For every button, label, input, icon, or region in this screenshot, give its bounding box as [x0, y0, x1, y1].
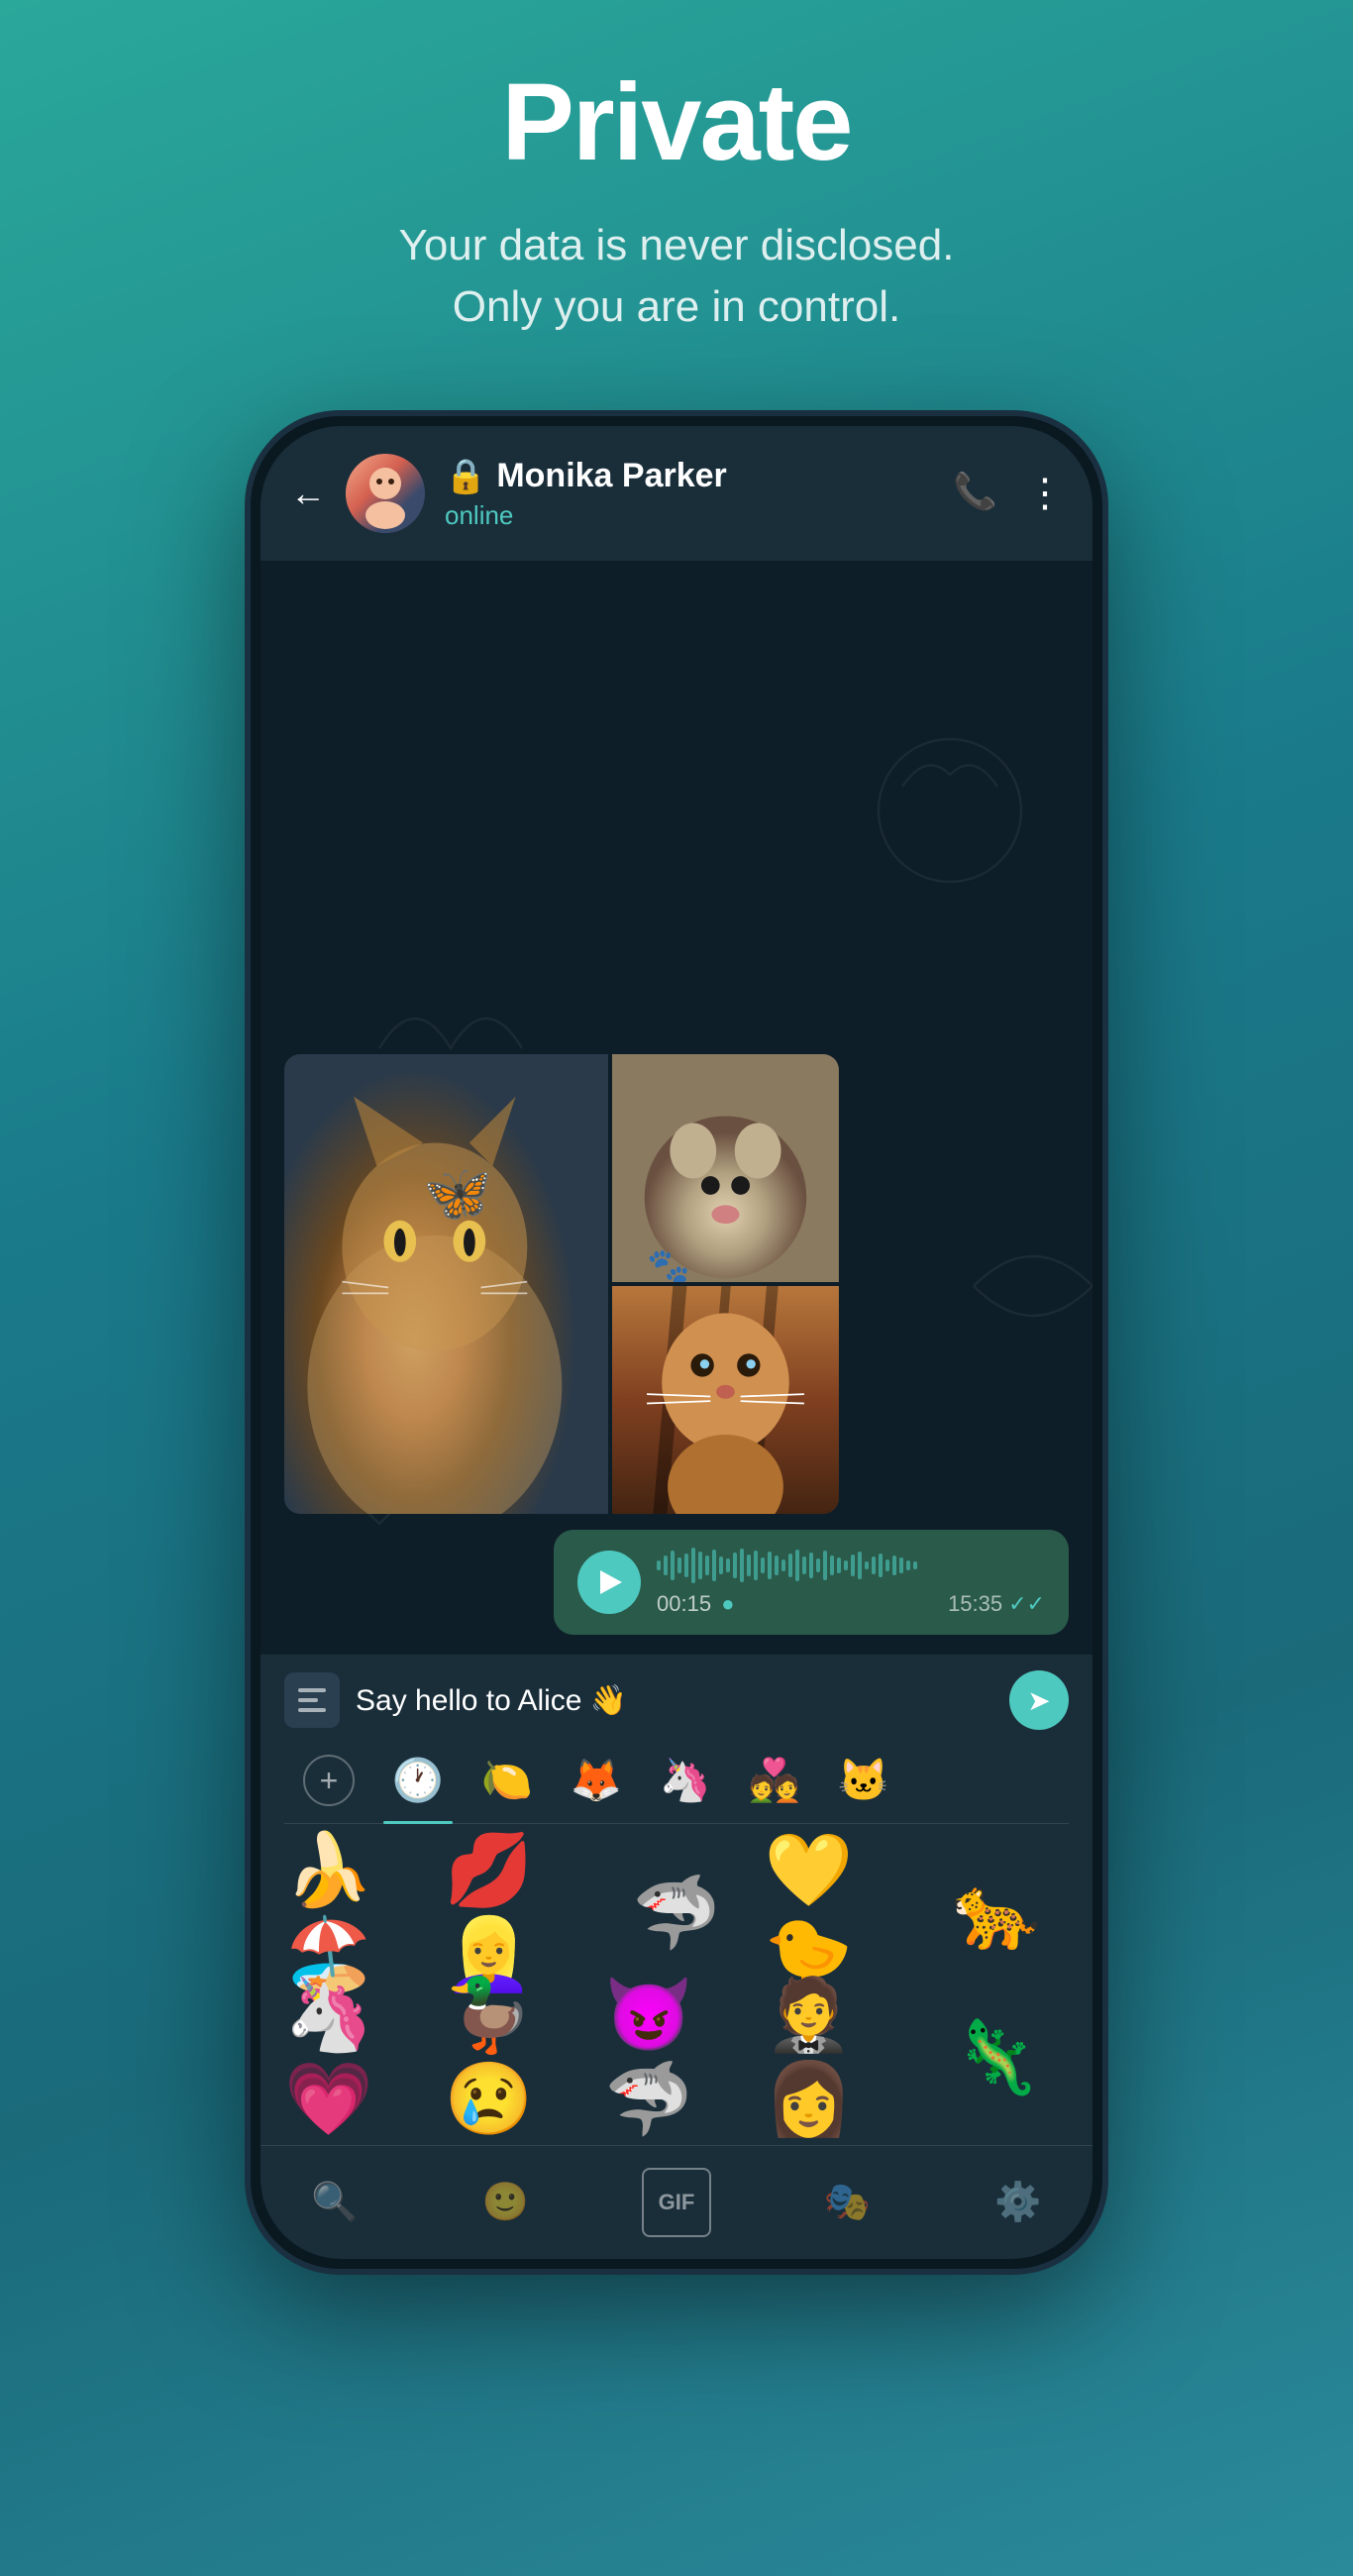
- nav-gif[interactable]: GIF: [642, 2168, 711, 2237]
- menu-button[interactable]: ⋮: [1025, 471, 1063, 516]
- send-button[interactable]: ➤: [1009, 1670, 1069, 1730]
- photo-tiger: [612, 1286, 839, 1514]
- sticker-tab-pack2[interactable]: 🦊: [552, 1746, 641, 1815]
- chat-header: ←: [260, 426, 1093, 561]
- text-input-row: Say hello to Alice 👋 ➤: [284, 1670, 1069, 1730]
- sticker-tab-pack3[interactable]: 🦄: [641, 1746, 730, 1815]
- nav-sticker[interactable]: 🎭: [813, 2168, 883, 2237]
- call-button[interactable]: 📞: [953, 471, 997, 516]
- phone-screen: ←: [260, 426, 1093, 2259]
- sticker-dark-laugh[interactable]: 😈🦈: [604, 1992, 749, 2121]
- keyboard-icon: [298, 1688, 326, 1712]
- sticker-leopard[interactable]: 🐆: [924, 1848, 1069, 1977]
- sticker-tab-add[interactable]: +: [284, 1746, 373, 1815]
- pack1-tab-icon: 🍋: [481, 1757, 533, 1805]
- sticker-kiss-lady[interactable]: 💋👱‍♀️: [445, 1848, 589, 1977]
- voice-timestamp: 15:35 ✓✓: [948, 1591, 1045, 1617]
- chat-body: 🦋: [260, 561, 1093, 1655]
- nav-settings[interactable]: ⚙️: [984, 2168, 1053, 2237]
- avatar-image: [346, 454, 425, 533]
- sticker-tab-recent[interactable]: 🕐: [373, 1746, 463, 1815]
- lock-icon: 🔒: [445, 457, 486, 496]
- nav-emoji[interactable]: 🙂: [471, 2168, 541, 2237]
- photo-grid-message: 🦋: [284, 1054, 839, 1514]
- pack2-tab-icon: 🦊: [571, 1757, 622, 1805]
- contact-status: online: [445, 500, 933, 531]
- sticker-banana-beach[interactable]: 🍌🏖️: [284, 1848, 429, 1977]
- sticker-icon: 🎭: [824, 2181, 871, 2224]
- back-button[interactable]: ←: [290, 473, 326, 514]
- settings-icon: ⚙️: [994, 2181, 1041, 2224]
- play-icon: [600, 1570, 622, 1594]
- gif-icon: GIF: [659, 2190, 695, 2215]
- sticker-tab-pack5[interactable]: 🐱: [819, 1746, 908, 1815]
- contact-name: 🔒 Monika Parker: [445, 457, 933, 496]
- photo-cat: 🦋: [284, 1054, 608, 1514]
- pack3-tab-icon: 🦄: [660, 1757, 711, 1805]
- voice-waveform: 00:15 ● 15:35 ✓✓: [657, 1548, 1045, 1617]
- voice-meta: 00:15 ● 15:35 ✓✓: [657, 1591, 1045, 1617]
- input-area: Say hello to Alice 👋 ➤ + 🕐 🍋 🦊: [260, 1655, 1093, 2145]
- sticker-shark[interactable]: 🦈: [604, 1848, 749, 1977]
- keyboard-toggle-button[interactable]: [284, 1672, 340, 1728]
- photo-hamster: 🐾: [612, 1054, 839, 1282]
- page-subtitle: Your data is never disclosed. Only you a…: [399, 215, 955, 337]
- message-input[interactable]: Say hello to Alice 👋: [356, 1683, 993, 1718]
- avatar: [346, 454, 425, 533]
- contact-info: 🔒 Monika Parker online: [445, 457, 933, 531]
- sticker-tab-pack4[interactable]: 💑: [730, 1746, 819, 1815]
- sticker-tab-pack1[interactable]: 🍋: [463, 1746, 552, 1815]
- sticker-grid: 🍌🏖️ 💋👱‍♀️ 🦈 💛🐤 🐆 🦄💗 🦆😢 😈🦈 🤵👩 🦎: [284, 1840, 1069, 2129]
- page-title: Private: [502, 59, 852, 185]
- sticker-tabs: + 🕐 🍋 🦊 🦄 💑 🐱: [284, 1746, 1069, 1824]
- sticker-unicorn[interactable]: 🦄💗: [284, 1992, 429, 2121]
- play-button[interactable]: [577, 1551, 641, 1614]
- sticker-crying-duck[interactable]: 🦆😢: [445, 1992, 589, 2121]
- svg-text:🐾: 🐾: [647, 1247, 690, 1282]
- svg-text:🦋: 🦋: [423, 1162, 492, 1225]
- message-area: 🦋: [260, 1034, 1093, 1655]
- sticker-couple-dance[interactable]: 🤵👩: [765, 1992, 909, 2121]
- pack5-tab-icon: 🐱: [838, 1757, 889, 1805]
- sticker-love-duck[interactable]: 💛🐤: [765, 1848, 909, 1977]
- send-icon: ➤: [1027, 1684, 1050, 1717]
- sticker-lizard[interactable]: 🦎: [924, 1992, 1069, 2121]
- pack4-tab-icon: 💑: [749, 1757, 800, 1805]
- bottom-nav: 🔍 🙂 GIF 🎭 ⚙️: [260, 2145, 1093, 2259]
- recent-tab-icon: 🕐: [392, 1757, 444, 1805]
- nav-search[interactable]: 🔍: [300, 2168, 369, 2237]
- header-actions: 📞 ⋮: [953, 471, 1063, 516]
- search-icon: 🔍: [311, 2181, 358, 2224]
- voice-message: 00:15 ● 15:35 ✓✓: [554, 1530, 1069, 1635]
- emoji-icon: 🙂: [482, 2181, 529, 2224]
- voice-duration: 00:15 ●: [657, 1591, 734, 1617]
- add-sticker-pack-button[interactable]: +: [303, 1755, 355, 1806]
- phone-frame: ←: [251, 416, 1102, 2269]
- waveform-bars: [657, 1548, 1045, 1583]
